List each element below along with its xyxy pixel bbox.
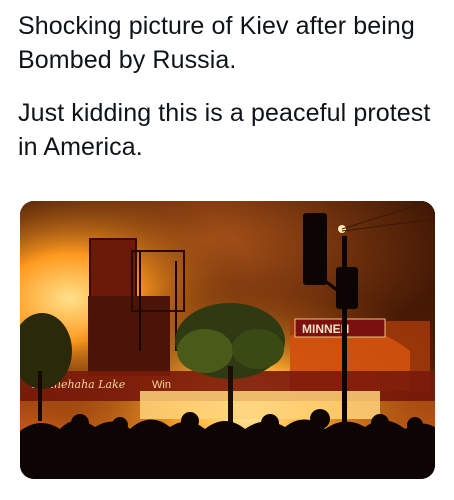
tweet-text-line-1: Shocking picture of Kiev after being Bom… <box>18 12 415 74</box>
wine-sign: Win <box>152 379 171 391</box>
tweet-photo[interactable]: MINNEH Minnehaha Lake Win <box>20 201 435 479</box>
tweet: Shocking picture of Kiev after being Bom… <box>0 0 454 500</box>
burning-building-photo: MINNEH Minnehaha Lake Win <box>20 201 435 479</box>
tweet-text-line-2: Just kidding this is a peaceful protest … <box>18 99 431 161</box>
